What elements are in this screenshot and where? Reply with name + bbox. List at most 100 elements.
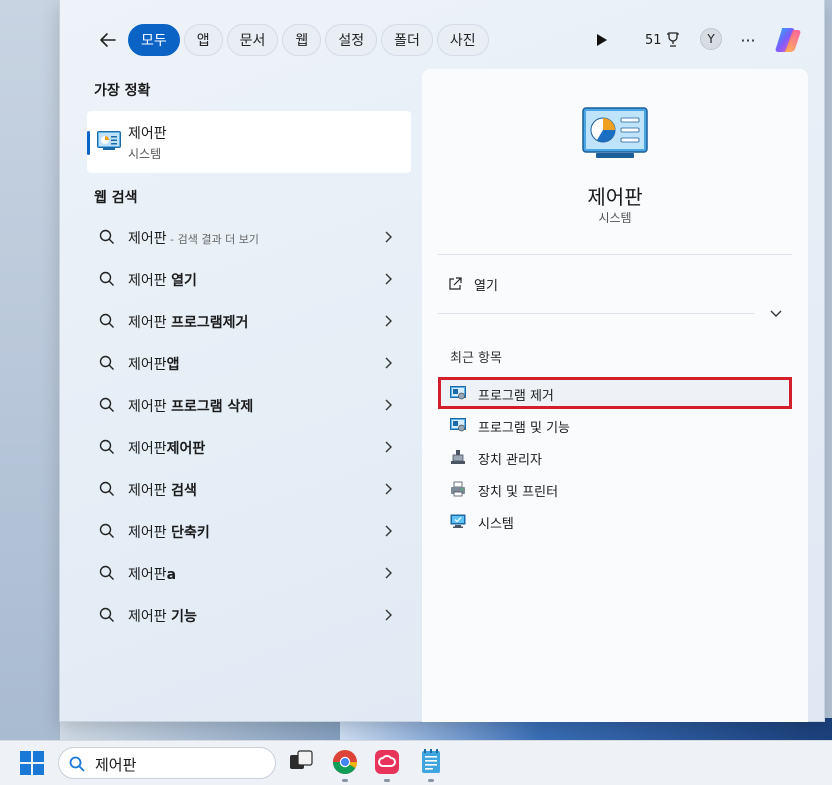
- web-search-text: 제어판 기능: [128, 606, 197, 626]
- search-icon: [99, 271, 114, 286]
- recent-item-label: 장치 관리자: [478, 453, 542, 468]
- back-arrow-icon: [100, 33, 116, 47]
- chevron-down-icon[interactable]: [768, 305, 784, 321]
- desktop-wallpaper-left: [0, 0, 60, 740]
- chevron-right-icon: [385, 273, 392, 285]
- running-indicator: [342, 779, 348, 782]
- chevron-right-icon: [385, 441, 392, 453]
- more-options-button[interactable]: ···: [736, 28, 760, 52]
- web-search-text: 제어판제어판: [128, 438, 205, 458]
- system-icon: [450, 514, 466, 528]
- search-icon: [99, 397, 114, 412]
- recent-heading: 최근 항목: [450, 351, 502, 366]
- recent-item[interactable]: 장치 및 프린터: [438, 473, 792, 505]
- chevron-right-icon: [385, 525, 392, 537]
- web-search-item[interactable]: 제어판a: [87, 552, 411, 594]
- recent-item[interactable]: 프로그램 제거: [438, 377, 792, 409]
- more-icon: ···: [740, 30, 756, 50]
- web-search-item[interactable]: 제어판 단축키: [87, 510, 411, 552]
- search-icon: [99, 439, 114, 454]
- recent-item[interactable]: 시스템: [438, 505, 792, 537]
- printer-icon: [451, 481, 465, 497]
- web-search-query: 제어판: [128, 609, 172, 625]
- divider: [438, 313, 754, 314]
- play-button[interactable]: [590, 28, 614, 52]
- search-icon: [99, 523, 114, 538]
- divider: [438, 254, 792, 255]
- web-search-item[interactable]: 제어판앱: [87, 342, 411, 384]
- filter-chip[interactable]: 폴더: [381, 24, 433, 56]
- web-search-hint: - 검색 결과 더 보기: [166, 233, 259, 246]
- web-search-suggestion: a: [166, 567, 177, 583]
- search-icon: [99, 229, 114, 244]
- web-search-text: 제어판a: [128, 564, 176, 584]
- chevron-right-icon: [385, 483, 392, 495]
- task-view-icon[interactable]: [288, 749, 314, 775]
- chevron-right-icon: [385, 567, 392, 579]
- back-button[interactable]: [94, 26, 122, 54]
- web-search-query: 제어판: [128, 273, 172, 289]
- search-icon: [99, 607, 114, 622]
- web-search-item[interactable]: 제어판 - 검색 결과 더 보기: [87, 216, 411, 258]
- preview-pane: 제어판 시스템 열기 최근 항목 프로그램 제거 프로그램 및 기능 장치 관리자 장…: [422, 69, 808, 722]
- web-search-query: 제어판: [128, 231, 167, 247]
- windows-start-icon[interactable]: [20, 751, 44, 775]
- web-search-suggestion: 단축키: [171, 525, 210, 541]
- recent-item-label: 프로그램 제거: [478, 389, 554, 404]
- web-search-suggestion: 검색: [171, 483, 197, 499]
- rewards-points: 51: [645, 32, 662, 48]
- open-label: 열기: [474, 278, 498, 294]
- web-search-text: 제어판 단축키: [128, 522, 210, 542]
- recent-item[interactable]: 프로그램 및 기능: [438, 409, 792, 441]
- chevron-right-icon: [385, 399, 392, 411]
- search-icon: [99, 565, 114, 580]
- search-icon: [99, 355, 114, 370]
- best-match-subtitle: 시스템: [128, 147, 162, 161]
- desktop-wallpaper-right: [824, 0, 832, 740]
- web-search-item[interactable]: 제어판 기능: [87, 594, 411, 636]
- web-search-item[interactable]: 제어판제어판: [87, 426, 411, 468]
- search-icon: [69, 756, 85, 772]
- filter-chip[interactable]: 설정: [325, 24, 378, 56]
- filter-chip[interactable]: 앱: [183, 24, 223, 56]
- recent-list: 프로그램 제거프로그램 및 기능장치 관리자장치 및 프린터시스템: [438, 377, 792, 537]
- recent-item-label: 장치 및 프린터: [478, 485, 559, 500]
- web-search-list: 제어판 - 검색 결과 더 보기 제어판 열기 제어판 프로그램제거 제어판앱 제어판 …: [87, 216, 411, 636]
- filter-chip[interactable]: 문서: [226, 24, 279, 56]
- taskbar-search-box[interactable]: 제어판: [58, 747, 276, 779]
- best-match-title: 제어판: [128, 126, 167, 142]
- web-search-item[interactable]: 제어판 열기: [87, 258, 411, 300]
- control-panel-large-icon: [582, 107, 648, 158]
- web-search-text: 제어판 - 검색 결과 더 보기: [128, 228, 259, 248]
- filter-bar: 모두 앱 문서 웹 설정 폴더 사진 51 Y ···: [60, 22, 826, 58]
- web-search-item[interactable]: 제어판 검색: [87, 468, 411, 510]
- chrome-icon[interactable]: [332, 749, 358, 775]
- filter-chips: 모두 앱 문서 웹 설정 폴더 사진: [128, 24, 489, 56]
- open-action[interactable]: 열기: [448, 273, 498, 295]
- recent-item-label: 프로그램 및 기능: [478, 421, 570, 436]
- best-match-result[interactable]: 제어판 시스템: [87, 111, 411, 173]
- filter-chip[interactable]: 웹: [282, 24, 322, 56]
- filter-chip[interactable]: 모두: [128, 24, 180, 56]
- user-avatar[interactable]: Y: [700, 28, 722, 50]
- chevron-right-icon: [385, 315, 392, 327]
- notepad-icon[interactable]: [418, 749, 444, 775]
- web-search-suggestion: 프로그램제거: [171, 315, 249, 331]
- web-search-suggestion: 열기: [171, 273, 197, 289]
- rewards-badge[interactable]: 51: [645, 30, 680, 50]
- web-search-heading: 웹 검색: [94, 190, 138, 206]
- creative-cloud-icon[interactable]: [374, 749, 400, 775]
- filter-chip[interactable]: 사진: [436, 24, 489, 56]
- copilot-button[interactable]: [772, 24, 804, 56]
- web-search-text: 제어판 열기: [128, 270, 197, 290]
- web-search-text: 제어판 검색: [128, 480, 197, 500]
- running-indicator: [428, 779, 434, 782]
- web-search-suggestion: 프로그램 삭제: [171, 399, 254, 415]
- recent-item[interactable]: 장치 관리자: [438, 441, 792, 473]
- preview-app-type: 시스템: [598, 211, 632, 225]
- web-search-query: 제어판: [128, 483, 172, 499]
- web-search-item[interactable]: 제어판 프로그램제거: [87, 300, 411, 342]
- web-search-item[interactable]: 제어판 프로그램 삭제: [87, 384, 411, 426]
- search-icon: [99, 313, 114, 328]
- web-search-query: 제어판: [128, 567, 167, 583]
